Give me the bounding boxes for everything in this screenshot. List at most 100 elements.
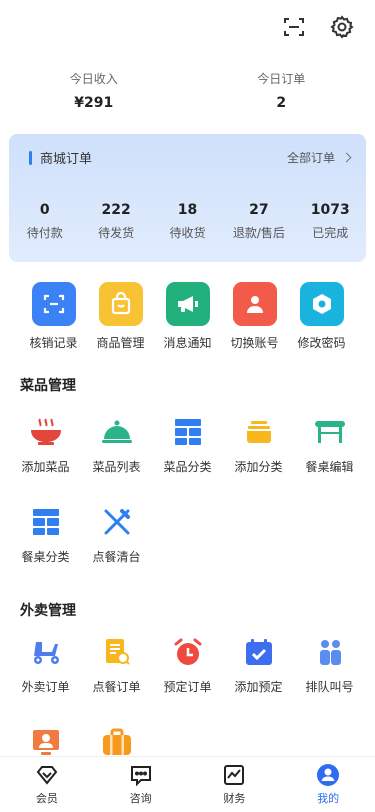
count-value: 18 (177, 202, 198, 218)
tab-label: 会员 (35, 792, 58, 805)
grid-label: 添加预定 (234, 680, 283, 694)
order-card-title: 商城订单 (29, 148, 92, 167)
stat-value: 2 (276, 95, 287, 111)
bottom-tab-bar: 会员 咨询 财务 我的 (0, 756, 375, 812)
grid-label: 餐桌编辑 (305, 460, 354, 474)
chevron-right-icon (341, 152, 352, 163)
quick-label: 切换账号 (230, 336, 279, 350)
dish-table-category[interactable]: 餐桌分类 (10, 504, 81, 594)
grid-label: 排队叫号 (305, 680, 354, 694)
diamond-icon (36, 766, 58, 785)
dish-category[interactable]: 菜品分类 (152, 414, 223, 504)
grid-label: 添加菜品 (21, 460, 70, 474)
people-icon (312, 634, 348, 670)
tab-mine[interactable]: 我的 (281, 757, 375, 812)
quick-label: 修改密码 (297, 336, 346, 350)
dish-add[interactable]: 添加菜品 (10, 414, 81, 504)
count-value: 1073 (310, 202, 350, 218)
profile-icon (317, 764, 340, 786)
stack-icon (241, 414, 277, 450)
tab-finance[interactable]: 财务 (188, 757, 282, 812)
verify-icon (31, 282, 76, 326)
order-card-title-text: 商城订单 (40, 152, 93, 167)
order-count-refund[interactable]: 27 退款/售后 (223, 202, 294, 241)
grid-label: 外卖订单 (21, 680, 70, 694)
order-count-pending-shipment[interactable]: 222 待发货 (80, 202, 151, 241)
dish-table-edit[interactable]: 餐桌编辑 (294, 414, 365, 504)
grid-icon (28, 504, 64, 540)
order-count-pending-receipt[interactable]: 18 待收货 (152, 202, 223, 241)
hexagon-icon (299, 282, 344, 326)
count-label: 待发货 (98, 226, 135, 240)
stat-label: 今日收入 (69, 72, 118, 86)
all-orders-label: 全部订单 (286, 151, 335, 165)
today-income: 今日收入 ¥291 (0, 70, 188, 111)
dish-add-category[interactable]: 添加分类 (223, 414, 294, 504)
stat-value: ¥291 (74, 95, 114, 111)
order-card-header: 商城订单 全部订单 (9, 134, 366, 182)
tab-label: 财务 (223, 792, 246, 805)
quick-product-management[interactable]: 商品管理 (87, 282, 154, 351)
takeout-orders[interactable]: 外卖订单 (10, 634, 81, 724)
scan-icon[interactable] (281, 14, 307, 40)
tab-member[interactable]: 会员 (0, 757, 94, 812)
takeout-section-title: 外卖管理 (20, 603, 76, 619)
title-accent-bar (29, 150, 32, 165)
dish-section-title: 菜品管理 (20, 378, 76, 394)
takeout-reservation-orders[interactable]: 预定订单 (152, 634, 223, 724)
table-icon (312, 414, 348, 450)
count-value: 27 (249, 202, 269, 218)
grid-label: 餐桌分类 (21, 550, 70, 564)
grid-label: 点餐订单 (92, 680, 141, 694)
grid-label: 菜品分类 (163, 460, 212, 474)
briefcase-icon (99, 724, 135, 760)
alarm-icon (170, 634, 206, 670)
takeout-add-reservation[interactable]: 添加预定 (223, 634, 294, 724)
order-count-pending-payment[interactable]: 0 待付款 (9, 202, 80, 241)
megaphone-icon (165, 282, 210, 326)
count-value: 0 (39, 202, 50, 218)
quick-label: 核销记录 (29, 336, 78, 350)
dish-grid: 添加菜品 菜品列表 菜品分类 添加分类 餐桌编辑 餐桌分类 点餐清台 (0, 414, 375, 594)
quick-notifications[interactable]: 消息通知 (154, 282, 221, 351)
grid-icon (170, 414, 206, 450)
takeout-queue-calling[interactable]: 排队叫号 (294, 634, 365, 724)
tab-label: 咨询 (129, 792, 152, 805)
gear-icon[interactable] (329, 14, 355, 40)
count-label: 待收货 (169, 226, 206, 240)
presenter-icon (28, 724, 64, 760)
quick-actions: 核销记录 商品管理 消息通知 切换账号 修改密码 (0, 282, 375, 351)
takeout-dine-orders[interactable]: 点餐订单 (81, 634, 152, 724)
quick-label: 消息通知 (163, 336, 212, 350)
utensils-icon (99, 504, 135, 540)
order-count-completed[interactable]: 1073 已完成 (295, 202, 366, 241)
bowl-icon (28, 414, 64, 450)
quick-label: 商品管理 (96, 336, 145, 350)
receipt-icon (99, 634, 135, 670)
count-label: 退款/售后 (232, 226, 285, 240)
tab-label: 我的 (317, 792, 340, 805)
top-bar (281, 14, 355, 40)
dish-list[interactable]: 菜品列表 (81, 414, 152, 504)
cloche-icon (99, 414, 135, 450)
chart-icon (224, 765, 245, 785)
count-label: 待付款 (26, 226, 63, 240)
stat-label: 今日订单 (257, 72, 306, 86)
grid-label: 预定订单 (163, 680, 212, 694)
all-orders-link[interactable]: 全部订单 (286, 149, 352, 166)
chat-icon (130, 766, 151, 787)
quick-switch-account[interactable]: 切换账号 (221, 282, 288, 351)
bag-icon (98, 282, 143, 326)
grid-label: 点餐清台 (92, 550, 141, 564)
dish-clear-table[interactable]: 点餐清台 (81, 504, 152, 594)
count-value: 222 (101, 202, 131, 218)
calendar-icon (241, 634, 277, 670)
scooter-icon (28, 634, 64, 670)
order-counts: 0 待付款 222 待发货 18 待收货 27 退款/售后 1073 已完成 (9, 182, 366, 241)
quick-change-password[interactable]: 修改密码 (288, 282, 355, 351)
count-label: 已完成 (312, 226, 349, 240)
today-stats: 今日收入 ¥291 今日订单 2 (0, 70, 375, 111)
user-icon (232, 282, 277, 326)
tab-consult[interactable]: 咨询 (94, 757, 188, 812)
quick-verify-records[interactable]: 核销记录 (20, 282, 87, 351)
